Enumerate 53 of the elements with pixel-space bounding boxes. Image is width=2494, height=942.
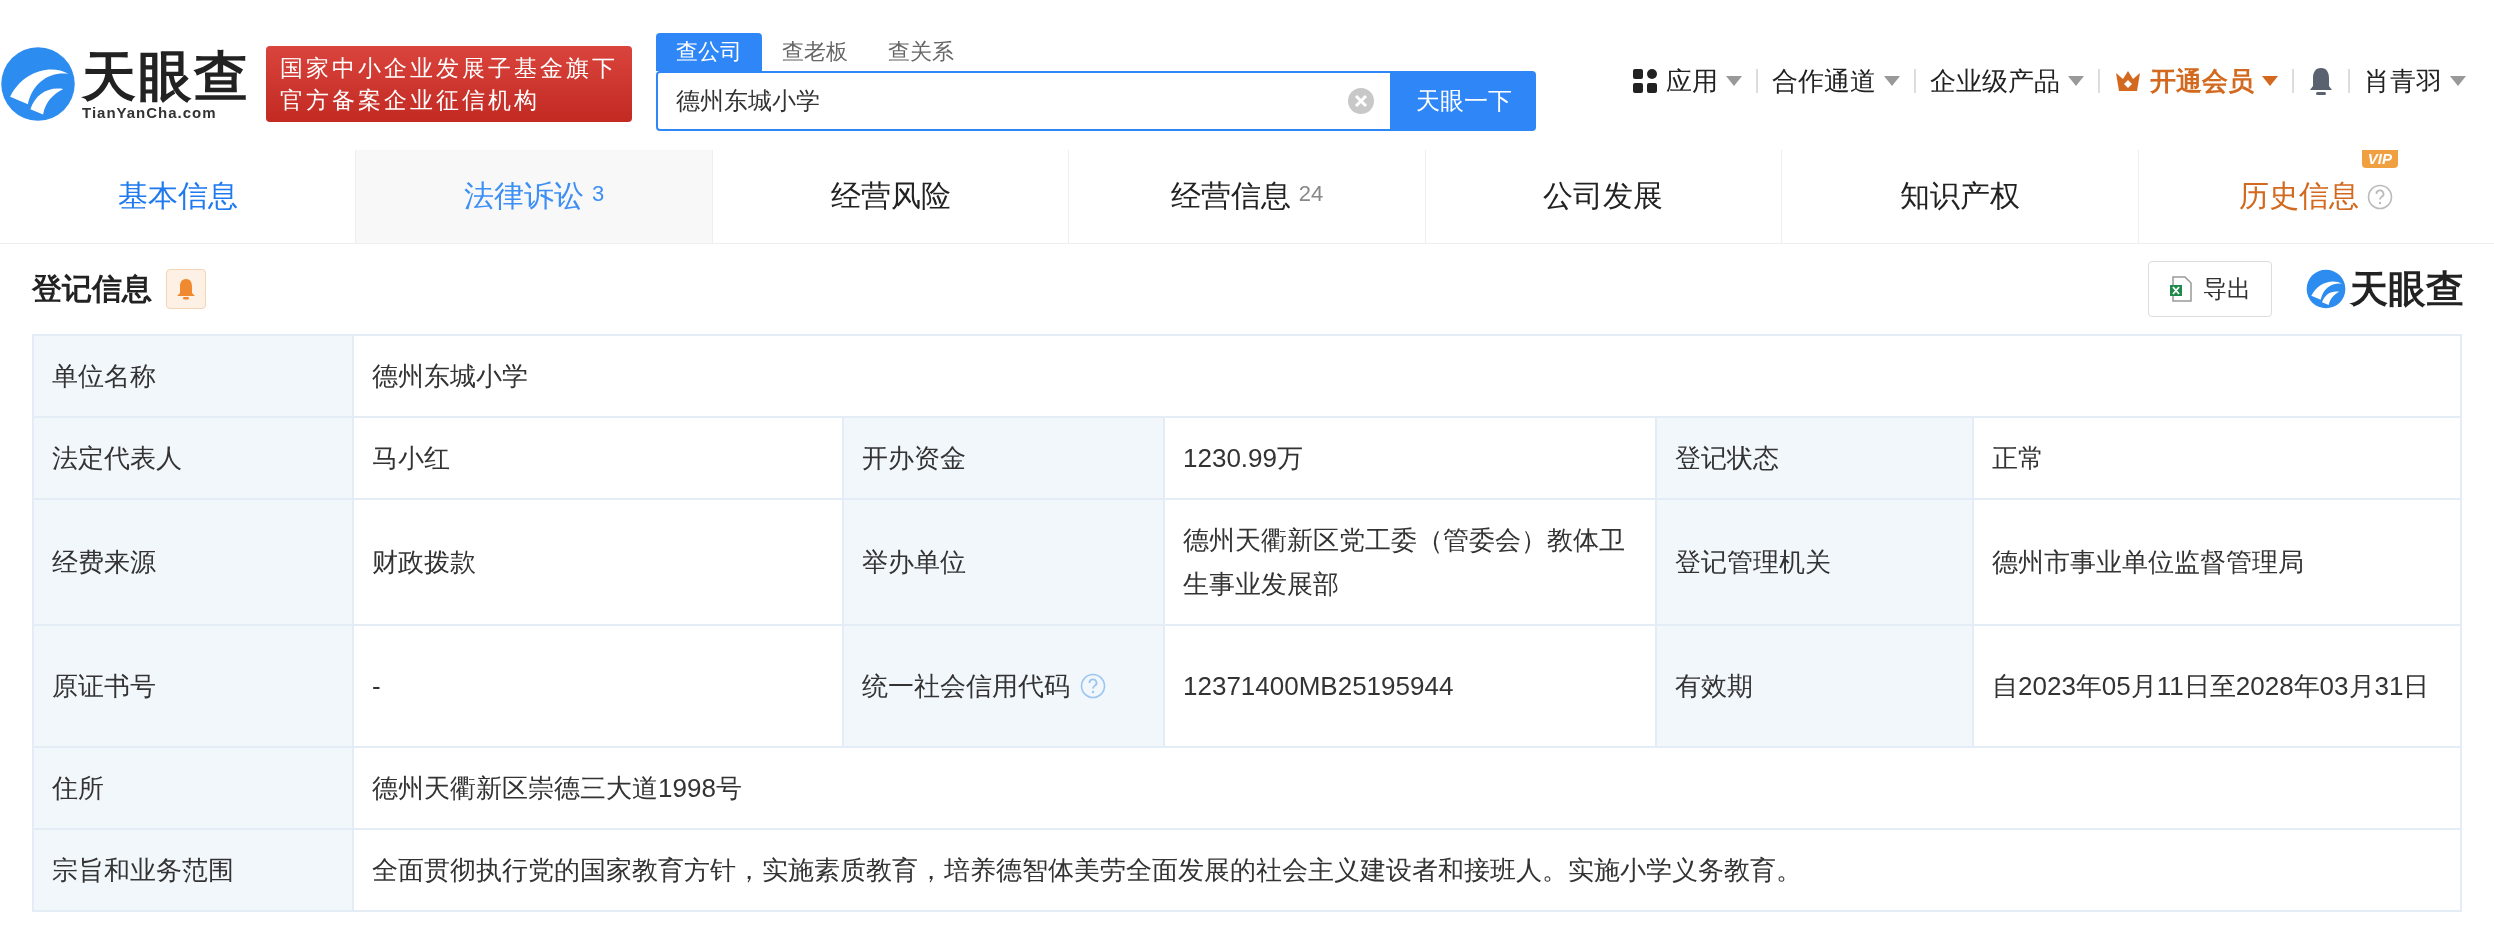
field-label: 登记管理机关 xyxy=(1657,500,1974,626)
grid-icon xyxy=(1632,68,1658,94)
vip-badge: VIP xyxy=(2361,150,2398,168)
nav-menu[interactable]: 肖青羽 xyxy=(2350,63,2480,99)
search-button[interactable]: 天眼一下 xyxy=(1392,71,1536,131)
search-tab[interactable]: 查老板 xyxy=(762,33,868,71)
field-label: 住所 xyxy=(34,748,354,830)
vip-menu[interactable]: 开通会员 xyxy=(2100,63,2292,99)
field-label: 原证书号 xyxy=(34,626,354,748)
caret-icon xyxy=(2068,76,2084,86)
field-label: 宗旨和业务范围 xyxy=(34,830,354,912)
field-value: 德州天衢新区崇德三大道1998号 xyxy=(354,748,2462,830)
tab-count: 24 xyxy=(1298,180,1324,207)
field-label: 法定代表人 xyxy=(34,418,354,500)
caret-icon xyxy=(2262,76,2278,86)
brand-logo-text: 天眼查 xyxy=(2350,266,2464,312)
bell-icon xyxy=(176,278,196,300)
caret-icon xyxy=(2450,76,2466,86)
help-icon[interactable] xyxy=(2367,183,2394,210)
field-label: 单位名称 xyxy=(34,336,354,418)
bell-icon xyxy=(2308,66,2334,96)
tab-count: 3 xyxy=(592,180,605,207)
field-label: 有效期 xyxy=(1657,626,1974,748)
search-tab[interactable]: 查公司 xyxy=(656,33,762,71)
badge-line: 官方备案企业征信机构 xyxy=(280,86,541,115)
field-value: 全面贯彻执行党的国家教育方针，实施素质教育，培养德智体美劳全面发展的社会主义建设者和接班人。实施小学义务教育。 xyxy=(354,830,2462,912)
search-field[interactable]: 德州东城小学 xyxy=(656,71,1392,131)
field-label: 经费来源 xyxy=(34,500,354,626)
export-button[interactable]: 导出 xyxy=(2148,261,2272,317)
field-value: 自2023年05月11日至2028年03月31日 xyxy=(1974,626,2462,748)
caret-icon xyxy=(1726,76,1742,86)
field-label: 开办资金 xyxy=(844,418,1165,500)
spreadsheet-icon xyxy=(2169,276,2193,302)
logo-icon xyxy=(2306,269,2346,309)
nav-menu[interactable]: 合作通道 xyxy=(1758,63,1914,99)
badge-line: 国家中小企业发展子基金旗下 xyxy=(280,54,618,83)
search-tab[interactable]: 查关系 xyxy=(868,33,974,71)
field-label: 举办单位 xyxy=(844,500,1165,626)
field-label: 登记状态 xyxy=(1657,418,1974,500)
crown-icon xyxy=(2114,69,2142,93)
apps-menu[interactable]: 应用 xyxy=(1618,63,1756,99)
field-value: 德州市事业单位监督管理局 xyxy=(1974,500,2462,626)
clear-icon[interactable] xyxy=(1348,88,1374,114)
subscribe-button[interactable] xyxy=(166,269,206,309)
logo-domain: TianYanCha.com xyxy=(82,103,217,121)
section-title: 登记信息 xyxy=(32,270,152,307)
nav-menu[interactable]: 企业级产品 xyxy=(1916,63,2098,99)
field-label: 统一社会信用代码 xyxy=(862,670,1070,703)
help-icon[interactable] xyxy=(1080,673,1106,699)
logo-icon xyxy=(0,46,76,122)
caret-icon xyxy=(1884,76,1900,86)
field-value: 正常 xyxy=(1974,418,2462,500)
logo-text: 天眼查 xyxy=(82,47,250,104)
